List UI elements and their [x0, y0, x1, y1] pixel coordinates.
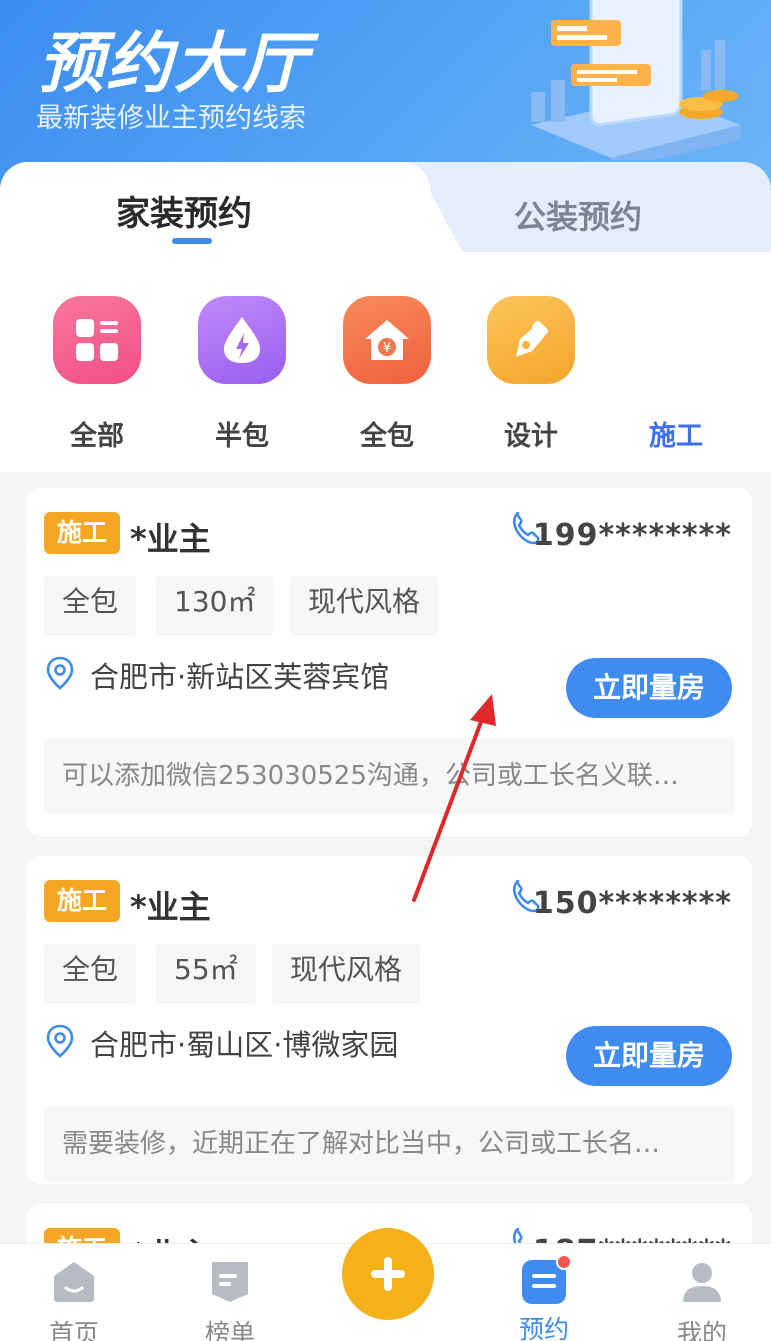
category-design[interactable]: 设计: [486, 296, 576, 453]
tab-active-indicator: [172, 238, 212, 244]
appointment-icon: [522, 1254, 572, 1304]
tab-bar: 家装预约 公装预约: [0, 162, 771, 258]
drop-icon: [198, 296, 286, 384]
location-pin-icon: [46, 1024, 74, 1058]
page-subtitle: 最新装修业主预约线索: [36, 103, 306, 134]
category-label: 设计: [504, 421, 558, 452]
notification-dot: [556, 1254, 572, 1270]
profile-icon: [683, 1263, 721, 1302]
lead-card[interactable]: 施工 *业主 150******** 全包 55㎡ 现代风格 合肥市·蜀山区·博…: [26, 856, 752, 1184]
phone-illustration-icon: [531, 0, 741, 160]
measure-room-button[interactable]: 立即量房: [566, 1026, 732, 1086]
tag-package: 全包: [44, 944, 137, 1004]
category-full-package[interactable]: ¥ 全包: [342, 296, 432, 453]
owner-name: *业主: [130, 888, 211, 926]
lead-note: 需要装修，近期正在了解对比当中，公司或工长名…: [44, 1106, 734, 1182]
category-filter: 全部 半包 ¥ 全包 设计 施工: [0, 252, 771, 472]
status-badge: 施工: [44, 880, 120, 922]
nav-item-ranking[interactable]: 榜单: [190, 1260, 270, 1341]
lead-note: 可以添加微信253030525沟通，公司或工长名义联…: [44, 738, 734, 814]
house-yen-icon: ¥: [343, 296, 431, 384]
phone-number: 150********: [532, 886, 732, 921]
nav-item-appointment[interactable]: 预约: [504, 1254, 584, 1341]
location-pin-icon: [46, 656, 74, 690]
phone-number: 199********: [532, 518, 732, 553]
category-label: 全部: [70, 421, 124, 452]
plus-icon: [371, 1257, 405, 1291]
pen-icon: [487, 296, 575, 384]
tab-home-decoration[interactable]: 家装预约: [116, 186, 252, 235]
grid-icon: [53, 296, 141, 384]
tag-package: 全包: [44, 576, 137, 636]
category-label: 全包: [360, 421, 414, 452]
measure-room-button[interactable]: 立即量房: [566, 658, 732, 718]
category-label: 施工: [649, 421, 703, 452]
nav-label: 榜单: [204, 1319, 255, 1341]
ranking-icon: [212, 1262, 248, 1302]
tag-style: 现代风格: [272, 944, 421, 1004]
nav-label: 我的: [676, 1319, 727, 1341]
nav-label: 预约: [518, 1315, 569, 1341]
home-icon: [54, 1262, 94, 1302]
address: 合肥市·蜀山区·博微家园: [90, 1028, 399, 1062]
annotation-arrow-icon: [412, 694, 496, 902]
category-construction[interactable]: 施工: [631, 296, 721, 453]
nav-item-home[interactable]: 首页: [34, 1260, 114, 1341]
owner-name: *业主: [130, 520, 211, 558]
nav-item-profile[interactable]: 我的: [662, 1260, 742, 1341]
tag-style: 现代风格: [290, 576, 439, 636]
tag-area: 55㎡: [156, 944, 256, 1004]
category-all[interactable]: 全部: [52, 296, 142, 453]
address: 合肥市·新站区芙蓉宾馆: [90, 660, 390, 694]
category-half-package[interactable]: 半包: [197, 296, 287, 453]
add-button[interactable]: [342, 1228, 434, 1320]
page-title: 预约大厅: [38, 25, 310, 102]
svg-text:¥: ¥: [383, 341, 391, 356]
tag-area: 130㎡: [156, 576, 274, 636]
nav-label: 首页: [48, 1319, 99, 1341]
status-badge: 施工: [44, 512, 120, 554]
category-label: 半包: [215, 421, 269, 452]
tab-commercial-decoration[interactable]: 公装预约: [514, 192, 642, 238]
lead-card[interactable]: 施工 *业主 199******** 全包 130㎡ 现代风格 合肥市·新站区芙…: [26, 488, 752, 836]
